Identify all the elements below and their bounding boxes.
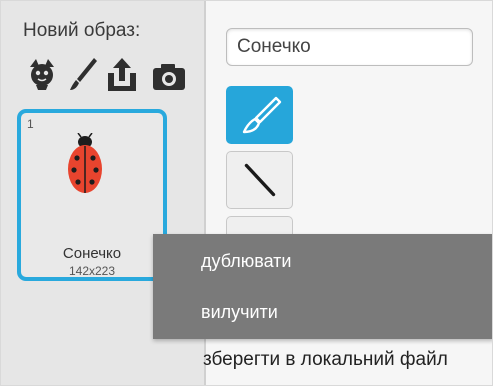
costume-context-menu: дублювати вилучити (153, 234, 492, 339)
scratch-costumes-editor: Новий образ: 1 Сонечко 142x223 Сонечко д… (0, 0, 493, 386)
new-costume-label: Новий образ: (23, 20, 141, 41)
costume-name-label: Сонечко (62, 245, 122, 262)
costume-size-label: 142x223 (68, 264, 116, 278)
paintbrush-icon[interactable] (64, 54, 104, 94)
costume-index: 1 (27, 117, 34, 131)
sprite-library-icon[interactable] (22, 54, 62, 94)
brush-tool-button[interactable] (226, 86, 293, 144)
costume-thumbnail-card[interactable]: 1 Сонечко 142x223 (17, 109, 167, 281)
menu-item-delete[interactable]: вилучити (201, 302, 278, 323)
line-tool-button[interactable] (226, 151, 293, 209)
menu-item-duplicate[interactable]: дублювати (201, 251, 291, 272)
upload-icon[interactable] (102, 54, 142, 94)
camera-icon[interactable] (149, 54, 189, 94)
brush-icon (242, 96, 282, 134)
line-icon (244, 163, 276, 197)
costume-name-input[interactable] (226, 28, 473, 66)
ladybug-thumbnail (65, 132, 105, 197)
menu-item-export[interactable]: зберегти в локальний файл (203, 349, 448, 371)
